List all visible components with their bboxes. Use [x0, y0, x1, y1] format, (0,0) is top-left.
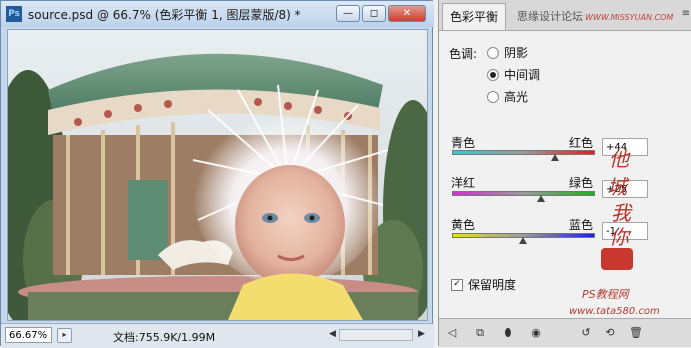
- window-controls: — ◻ ✕: [336, 5, 426, 22]
- status-bar: 66.67% ▸ 文档:755.9K/1.99M ◀ ▶: [1, 323, 434, 348]
- radio-label: 阴影: [504, 46, 529, 60]
- zoom-input[interactable]: 66.67%: [5, 327, 52, 343]
- document-title: source.psd @ 66.7% (色彩平衡 1, 图层蒙版/8) *: [28, 8, 301, 22]
- checkbox-box[interactable]: ✓: [451, 278, 463, 291]
- delete-icon[interactable]: 🗑: [629, 326, 643, 340]
- magenta-label: 洋红: [451, 176, 476, 190]
- credit-url: www.tata580.com: [569, 306, 660, 317]
- cyan-red-slider[interactable]: [452, 150, 595, 155]
- yellow-label: 黄色: [451, 218, 476, 232]
- cyan-label: 青色: [451, 136, 476, 150]
- radio-button[interactable]: [487, 68, 499, 81]
- color-balance-panel: 色彩平衡 思缘设计论坛 WWW.MISSYUAN.COM ≡ 色调: 阴影 中间调…: [438, 0, 691, 347]
- photoshop-logo-icon: Ps: [6, 6, 22, 22]
- credit-text: PS教程网: [582, 288, 629, 301]
- stamp-char: 城: [607, 175, 630, 199]
- radio-button[interactable]: [487, 46, 499, 59]
- layer-mask-icon[interactable]: ⬮: [501, 326, 515, 340]
- panel-menu-icon[interactable]: ≡: [682, 8, 690, 19]
- radio-label: 高光: [504, 90, 529, 104]
- magenta-green-slider[interactable]: [452, 191, 595, 196]
- close-button[interactable]: ✕: [388, 5, 426, 22]
- horizontal-scrollbar[interactable]: [339, 329, 413, 341]
- watermark-url: WWW.MISSYUAN.COM: [585, 13, 674, 22]
- radio-button[interactable]: [487, 90, 499, 103]
- watermark-text: 思缘设计论坛: [517, 10, 583, 23]
- stamp-char: 我: [611, 201, 633, 225]
- stamp-char: 他: [609, 147, 631, 171]
- stamp-char: 你: [609, 225, 632, 249]
- document-window: Ps source.psd @ 66.7% (色彩平衡 1, 图层蒙版/8) *…: [0, 0, 434, 348]
- minimize-icon: —: [343, 8, 353, 19]
- radio-midtones[interactable]: 中间调: [487, 66, 540, 83]
- cyan-red-slider-thumb[interactable]: [550, 154, 559, 161]
- restore-button[interactable]: ◻: [362, 5, 386, 22]
- site-watermark: 思缘设计论坛 WWW.MISSYUAN.COM: [517, 8, 673, 24]
- close-icon: ✕: [402, 8, 412, 19]
- document-title-bar[interactable]: Ps source.psd @ 66.7% (色彩平衡 1, 图层蒙版/8) *…: [1, 1, 434, 27]
- preserve-luminosity-checkbox[interactable]: ✓ 保留明度: [451, 276, 516, 293]
- red-seal-stamp: 他 城 我 你: [601, 147, 633, 270]
- radio-shadows[interactable]: 阴影: [487, 44, 528, 61]
- canvas-area[interactable]: [7, 29, 428, 321]
- status-menu-icon[interactable]: ▸: [57, 328, 72, 343]
- green-label: 绿色: [569, 176, 594, 190]
- radio-label: 中间调: [504, 68, 541, 82]
- panel-footer: ◁ ⧉ ⬮ ◉ ↺ ⟲ 🗑: [439, 318, 691, 347]
- minimize-button[interactable]: —: [336, 5, 360, 22]
- blue-label: 蓝色: [569, 218, 594, 232]
- restore-icon: ◻: [369, 8, 379, 19]
- document-size-info[interactable]: 文档:755.9K/1.99M: [113, 329, 215, 345]
- panel-tab-bar: 色彩平衡 思缘设计论坛 WWW.MISSYUAN.COM ≡: [439, 0, 691, 31]
- radio-highlights[interactable]: 高光: [487, 88, 528, 105]
- tab-color-balance[interactable]: 色彩平衡: [442, 3, 506, 30]
- yellow-blue-slider-thumb[interactable]: [518, 237, 527, 244]
- checkbox-label: 保留明度: [468, 278, 517, 292]
- scroll-right-icon[interactable]: ▶: [418, 329, 425, 339]
- red-label: 红色: [569, 136, 594, 150]
- magenta-green-slider-thumb[interactable]: [537, 195, 546, 202]
- document-canvas-image: [8, 30, 427, 320]
- tone-label: 色调:: [449, 47, 478, 61]
- reset-icon[interactable]: ⟲: [603, 326, 617, 340]
- visibility-eye-icon[interactable]: ◉: [529, 326, 543, 340]
- back-arrow-icon[interactable]: ◁: [445, 326, 459, 340]
- previous-state-icon[interactable]: ↺: [579, 326, 593, 340]
- scroll-left-icon[interactable]: ◀: [329, 329, 336, 339]
- clip-layer-icon[interactable]: ⧉: [473, 326, 487, 340]
